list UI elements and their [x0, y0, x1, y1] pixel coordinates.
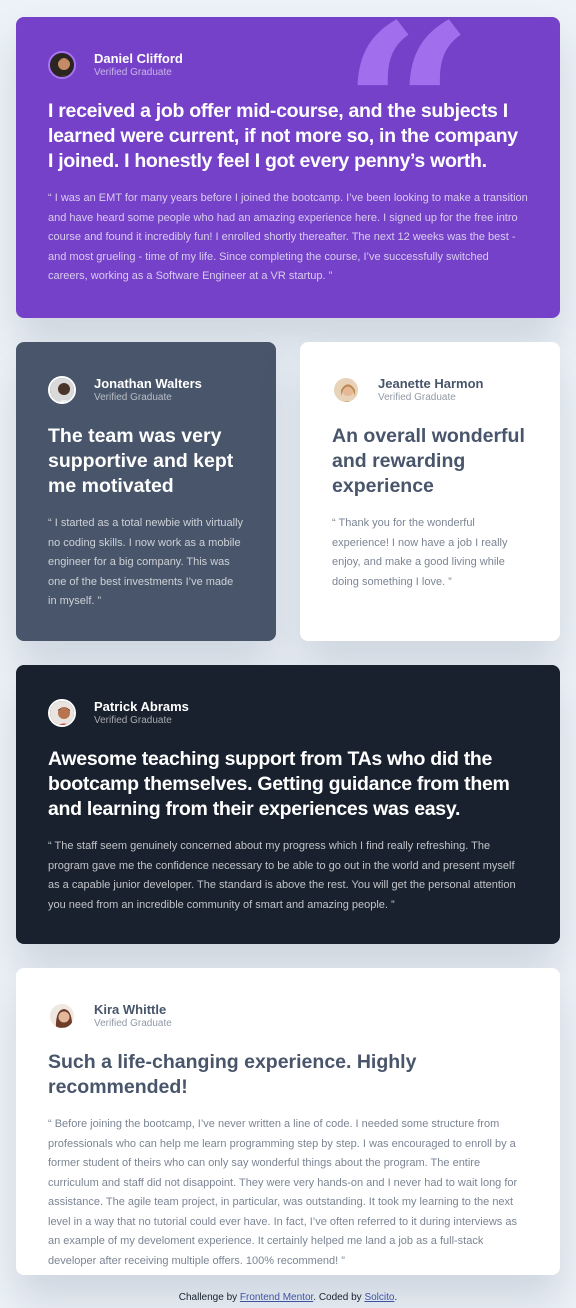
author-name: Jeanette Harmon: [378, 375, 484, 391]
author-status: Verified Graduate: [94, 1017, 172, 1029]
testimonial-card-patrick: Patrick Abrams Verified Graduate Awesome…: [16, 665, 560, 944]
testimonial-card-jeanette: Jeanette Harmon Verified Graduate An ove…: [300, 342, 560, 641]
testimonial-body: “ Thank you for the wonderful experience…: [332, 517, 508, 588]
author-name: Patrick Abrams: [94, 698, 189, 714]
frontend-mentor-link[interactable]: Frontend Mentor: [240, 1292, 313, 1303]
testimonial-header: Jeanette Harmon Verified Graduate: [332, 374, 528, 406]
testimonial-headline: I received a job offer mid-course, and t…: [48, 100, 518, 172]
author-name: Daniel Clifford: [94, 50, 183, 66]
author-status: Verified Graduate: [94, 66, 172, 78]
testimonial-card-kira: Kira Whittle Verified Graduate Such a li…: [16, 968, 560, 1275]
avatar-daniel-icon: [48, 51, 76, 79]
attribution-footer: Challenge by Frontend Mentor. Coded by S…: [0, 1292, 576, 1303]
testimonial-headline: The team was very supportive and kept me…: [48, 425, 234, 497]
avatar-jeanette-icon: [332, 376, 360, 404]
testimonial-header: Patrick Abrams Verified Graduate: [48, 697, 528, 729]
author-status: Verified Graduate: [378, 391, 456, 403]
testimonial-headline: Awesome teaching support from TAs who di…: [48, 748, 510, 820]
testimonial-header: Daniel Clifford Verified Graduate: [48, 49, 528, 81]
testimonial-headline: Such a life-changing experience. Highly …: [48, 1051, 417, 1098]
attribution-prefix: Challenge by: [178, 1292, 240, 1303]
testimonial-headline: An overall wonderful and rewarding exper…: [332, 425, 525, 497]
author-name: Kira Whittle: [94, 1001, 167, 1017]
testimonial-body: “ I was an EMT for many years before I j…: [48, 192, 528, 282]
author-link[interactable]: Solcito: [364, 1292, 394, 1303]
testimonial-header: Jonathan Walters Verified Graduate: [48, 374, 244, 406]
attribution-suffix: .: [394, 1292, 398, 1303]
testimonial-card-jonathan: Jonathan Walters Verified Graduate The t…: [16, 342, 276, 641]
author-status: Verified Graduate: [94, 391, 172, 403]
author-status: Verified Graduate: [94, 714, 172, 726]
testimonial-card-daniel: “ Daniel Clifford Verified Graduate I re…: [16, 17, 560, 318]
avatar-kira-icon: [48, 1002, 76, 1030]
author-name: Jonathan Walters: [94, 375, 202, 391]
testimonial-body: “ Before joining the bootcamp, I’ve neve…: [48, 1118, 518, 1267]
avatar-patrick-icon: [48, 699, 76, 727]
avatar-jonathan-icon: [48, 376, 76, 404]
testimonial-body: “ The staff seem genuinely concerned abo…: [48, 840, 516, 911]
testimonial-body: “ I started as a total newbie with virtu…: [48, 517, 244, 607]
attribution-middle: . Coded by: [313, 1292, 365, 1303]
testimonial-header: Kira Whittle Verified Graduate: [48, 1000, 528, 1032]
